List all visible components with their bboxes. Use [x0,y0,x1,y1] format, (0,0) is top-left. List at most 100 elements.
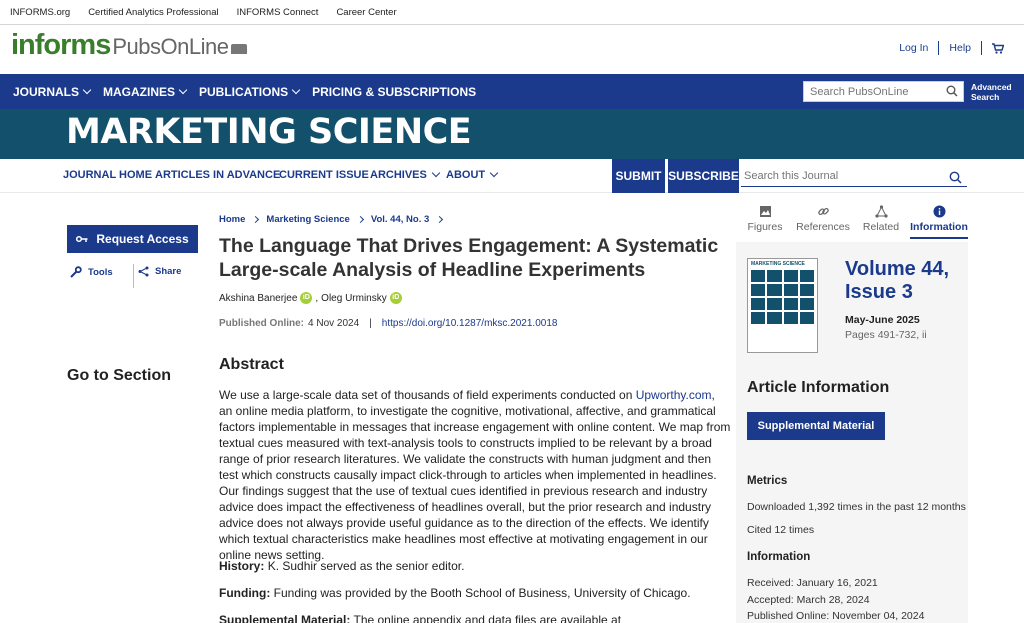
sidebar-tabs: Figures References Related Information [736,203,968,239]
link-career-center[interactable]: Career Center [336,7,396,18]
link-informs-org[interactable]: INFORMS.org [10,7,70,18]
tab-information-label: Information [910,221,968,233]
share-icon [138,266,149,277]
chevron-right-icon [436,215,444,224]
link-icon [817,207,829,216]
breadcrumb-journal[interactable]: Marketing Science [266,214,349,225]
tab-information[interactable]: Information [910,203,968,239]
about-menu[interactable]: ABOUT [446,168,499,181]
supplemental-note: Supplemental Material: The online append… [219,613,621,623]
published-label: Published Online: [219,318,305,329]
abstract-text: We use a large-scale data set of thousan… [219,387,731,563]
orcid-icon[interactable]: iD [389,292,402,304]
archives-label: ARCHIVES [370,169,427,181]
share-button[interactable]: Share [138,266,181,277]
abstract-heading: Abstract [219,356,284,373]
information-heading: Information [747,551,811,563]
upworthy-link[interactable]: Upworthy.com [636,388,712,402]
orcid-icon[interactable]: iD [300,292,313,304]
request-access-button[interactable]: Request Access [67,225,198,253]
advanced-search-link[interactable]: Advanced Search [971,82,1015,102]
nav-publications-label: PUBLICATIONS [199,84,289,99]
divider [981,41,982,55]
chevron-down-icon [82,85,92,94]
search-icon[interactable] [949,171,962,184]
abstract-text-start: We use a large-scale data set of thousan… [219,388,636,402]
author-list: Akshina Banerjee iD , Oleg Urminsky iD [219,292,402,304]
login-link[interactable]: Log In [899,42,928,54]
journal-home-link[interactable]: JOURNAL HOME [63,169,152,181]
nav-pricing[interactable]: PRICING & SUBSCRIPTIONS [312,85,476,99]
journal-title[interactable]: MARKETING SCIENCE [66,112,472,152]
chevron-down-icon [291,85,301,94]
chevron-down-icon [431,168,441,178]
published-date: 4 Nov 2024 [308,318,360,329]
article-title: The Language That Drives Engagement: A S… [219,235,719,281]
nav-journals-label: JOURNALS [13,84,80,99]
author-name[interactable]: Akshina Banerjee [219,293,297,304]
tools-label: Tools [88,266,113,278]
archives-menu[interactable]: ARCHIVES [370,168,441,181]
search-icon[interactable] [946,85,958,97]
tab-figures-label: Figures [747,221,783,233]
tab-references[interactable]: References [794,203,852,239]
breadcrumb-issue[interactable]: Vol. 44, No. 3 [371,214,429,225]
accepted-date: Accepted: March 28, 2024 [747,594,870,606]
nav-publications[interactable]: PUBLICATIONS [199,84,301,99]
supplemental-label: Supplemental Material: [219,613,351,623]
chevron-right-icon [252,215,260,224]
funding-label: Funding: [219,586,271,600]
pubsonline-search-input[interactable] [803,81,964,102]
nav-pricing-label: PRICING & SUBSCRIPTIONS [312,84,477,99]
breadcrumb-home[interactable]: Home [219,214,245,225]
nav-magazines[interactable]: MAGAZINES [103,85,188,99]
divider [938,41,940,55]
articles-in-advance-link[interactable]: ARTICLES IN ADVANCE [155,169,280,181]
go-to-section[interactable]: Go to Section [67,367,171,385]
journal-nav: JOURNAL HOME ARTICLES IN ADVANCE CURRENT… [0,159,1024,193]
metrics-heading: Metrics [747,475,788,487]
tab-related[interactable]: Related [852,203,910,239]
received-date: Received: January 16, 2021 [747,577,878,589]
tools-button[interactable]: Tools [70,266,113,278]
article-information-heading: Article Information [747,379,890,396]
current-issue-link[interactable]: CURRENT ISSUE [279,169,369,181]
submit-button[interactable]: SUBMIT [612,159,665,193]
pubsonline-logo[interactable]: informs PubsOnLine [11,29,248,62]
network-icon [874,205,888,218]
breadcrumb: Home Marketing Science Vol. 44, No. 3 [219,214,444,225]
downloads-count: Downloaded 1,392 times in the past 12 mo… [747,501,966,513]
logo-informs-text: informs [11,29,111,61]
main-nav: JOURNALS MAGAZINES PUBLICATIONS PRICING … [0,74,1024,109]
divider: | [369,318,372,329]
volume-label: Volume 44, [845,258,950,280]
author-name[interactable]: Oleg Urminsky [321,293,387,304]
issue-date: May-June 2025 [845,314,920,326]
tab-figures[interactable]: Figures [736,203,794,239]
doi-link[interactable]: https://doi.org/10.1287/mksc.2021.0018 [382,318,558,329]
share-label: Share [155,266,182,277]
cited-count[interactable]: Cited 12 times [747,524,814,536]
link-certified-analytics[interactable]: Certified Analytics Professional [88,7,218,18]
logo-pubsonline-text: PubsOnLine [112,34,229,59]
journal-search-input[interactable] [741,166,967,187]
volume-issue-link[interactable]: Volume 44, Issue 3 [845,258,949,304]
utility-bar: INFORMS.org Certified Analytics Professi… [0,0,1024,25]
cart-icon[interactable] [992,42,1004,54]
help-link[interactable]: Help [949,42,971,54]
nav-journals[interactable]: JOURNALS [13,84,92,99]
issue-pages: Pages 491-732, ii [845,329,927,341]
image-icon [759,206,771,217]
divider [133,264,134,288]
funding-text: Funding was provided by the Booth School… [273,586,691,600]
history-note: History: K. Sudhir served as the senior … [219,559,464,573]
subscribe-button[interactable]: SUBSCRIBE [668,159,739,193]
chevron-down-icon [489,168,499,178]
issue-cover-image[interactable]: MARKETING SCIENCE [747,258,818,353]
chevron-right-icon [356,215,364,224]
supplemental-material-button[interactable]: Supplemental Material [747,412,885,440]
journal-banner: MARKETING SCIENCE [0,109,1024,159]
about-label: ABOUT [446,169,486,181]
link-informs-connect[interactable]: INFORMS Connect [237,7,319,18]
publication-info: Published Online: 4 Nov 2024 | https://d… [219,318,557,329]
